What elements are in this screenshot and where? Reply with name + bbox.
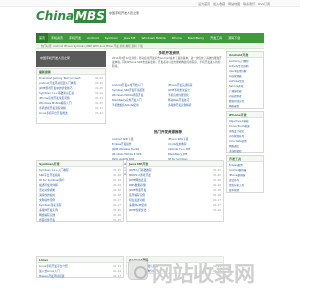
list-item[interactable]: 01-13 MeeGo开发环境搭建 bbox=[39, 274, 121, 279]
logo-text-china: China bbox=[36, 9, 75, 23]
right-android-list: Android入门教程 Activity生命周期 Intent使用详解 布局管理… bbox=[227, 58, 263, 110]
latest-news-box: 最新更新 01-26 Download Jemmy Test Connect 01… bbox=[36, 68, 106, 124]
main-article-summary: 2011年3月12日消息，移动应用开发平台Android发布了最新版本，进一步优… bbox=[112, 57, 222, 68]
logo-slogan: 中国手机开发人员之家 bbox=[109, 11, 140, 15]
right-tools-box: 开发工具 Eclipse配置 Android模拟器 iPhone模拟器 调试技巧… bbox=[226, 155, 264, 193]
item-text[interactable]: MIDP2.0游戏开发 bbox=[129, 173, 151, 177]
item-text[interactable]: 文件操作示例 bbox=[39, 198, 55, 202]
nav-item-android[interactable]: Android bbox=[84, 33, 102, 43]
right-tools-list: Eclipse配置 Android模拟器 iPhone模拟器 调试技巧 性能分析… bbox=[227, 162, 263, 194]
javame-box: Java ME开发 01-20 J2ME入门基础教程 01-20 MIDP2.0游戏… bbox=[126, 160, 224, 222]
top-link-sitemap[interactable]: 网站地图 bbox=[228, 2, 240, 6]
item-text[interactable]: Symbian C++入门教程 bbox=[39, 168, 69, 172]
item-text[interactable]: J2ME网络连接 bbox=[129, 178, 146, 182]
item-text[interactable]: Linux手机开发平台介绍 bbox=[39, 264, 68, 268]
item-text[interactable]: RMS数据存储 bbox=[129, 183, 146, 187]
nav-item-home[interactable]: 首页 bbox=[36, 33, 49, 43]
item-text[interactable]: J2ME界面开发 bbox=[129, 188, 146, 192]
item-date: 01-15 bbox=[113, 218, 121, 222]
item-text[interactable]: Qt for Symbian简介 bbox=[39, 178, 65, 182]
top-bar: 设为首页 加入收藏 网站地图 联系我们 RSS订阅 bbox=[0, 0, 300, 7]
item-text[interactable]: 手机游戏开发流程详解 bbox=[39, 106, 66, 110]
latest-news-list: 01-26 Download Jemmy Test Connect 01-25 An… bbox=[37, 75, 105, 117]
nav-item-wm[interactable]: Windows Mobile bbox=[139, 33, 169, 43]
nav-item-iphone[interactable]: iPhone bbox=[169, 33, 185, 43]
top-links: 设为首页 加入收藏 网站地图 联系我们 RSS订阅 bbox=[196, 2, 270, 6]
item-text[interactable]: J2ME游戏开发中的优化技巧 bbox=[39, 86, 72, 90]
nav-item-source[interactable]: 源码下载 bbox=[225, 33, 243, 43]
list-item[interactable]: 多线程编程 bbox=[229, 149, 261, 154]
nav-item-news[interactable]: 手机资讯 bbox=[48, 33, 66, 43]
right-android-box: Android开发 Android入门教程 Activity生命周期 Inten… bbox=[226, 51, 264, 109]
symbian-list: 01-20 Symbian C++入门教程 01-20 S60平台开发指南 01-1… bbox=[37, 167, 123, 224]
item-text[interactable]: 清除栈的使用 bbox=[39, 193, 55, 197]
item-text[interactable]: Android开发环境搭建入门教程 bbox=[39, 81, 76, 85]
nav-item-blackberry[interactable]: BlackBerry bbox=[185, 33, 207, 43]
item-date: 01-22 bbox=[95, 111, 103, 115]
item-text[interactable]: 多媒体API使用 bbox=[129, 203, 147, 207]
list-item[interactable]: 版本管理 bbox=[229, 188, 261, 193]
site-logo[interactable]: ChinaMBS 中国手机开发人员之家 bbox=[36, 9, 139, 25]
item-text[interactable]: S60平台开发指南 bbox=[39, 173, 60, 177]
list-item[interactable]: 01-16 J2ME性能优化 bbox=[129, 208, 221, 213]
item-text[interactable]: 嵌入式Linux入门 bbox=[39, 269, 60, 273]
hot-tags[interactable]: 热门标签: Android iPhone Symbian J2ME WM Lin… bbox=[41, 44, 143, 48]
nav-item-tools[interactable]: 开发工具 bbox=[207, 33, 225, 43]
list-item[interactable]: 网络编程 bbox=[229, 104, 261, 109]
watermark: 网站收录网 bbox=[128, 258, 262, 288]
item-text[interactable]: 短信发送功能 bbox=[129, 198, 145, 202]
item-text[interactable]: 多媒体开发实例 bbox=[39, 208, 58, 212]
right-iphone-box: iPhone开发 Objective-C基础 Cocoa Touch框架 界面设… bbox=[226, 111, 264, 153]
feature-link[interactable]: 手机数据库SQLite使用 bbox=[112, 103, 168, 108]
mid-section-title[interactable]: 热门开发资源推荐 bbox=[112, 130, 224, 135]
item-text[interactable]: MeeGo开发环境搭建 bbox=[39, 274, 64, 278]
item-date: 01-16 bbox=[213, 208, 221, 212]
javame-list: 01-20 J2ME入门基础教程 01-20 MIDP2.0游戏开发 01-19 J2… bbox=[127, 167, 223, 214]
top-link-favorite[interactable]: 加入收藏 bbox=[213, 2, 225, 6]
item-text[interactable]: Windows Mobile编程入门 bbox=[39, 101, 71, 105]
top-link-rss[interactable]: RSS订阅 bbox=[258, 2, 270, 6]
left-banner[interactable]: 中国手机开发人员之家 bbox=[36, 51, 106, 67]
sub-nav: 热门标签: Android iPhone Symbian J2ME WM Lin… bbox=[36, 43, 264, 49]
right-iphone-list: Objective-C基础 Cocoa Touch框架 界面设计规范 内存管理技… bbox=[227, 118, 263, 155]
symbian-box: Symbian开发 01-20 Symbian C++入门教程 01-20 S60平… bbox=[36, 160, 124, 222]
logo-text-mbs: MBS bbox=[74, 9, 106, 23]
top-link-contact[interactable]: 联系我们 bbox=[243, 2, 255, 6]
watermark-text: 网站收录网 bbox=[152, 262, 255, 286]
list-item[interactable]: 01-15 界面控件开发 bbox=[39, 218, 121, 223]
main-nav: 首页 手机资讯 手机开发 Android Symbian Java ME Win… bbox=[36, 33, 264, 43]
list-item[interactable]: 01-22 Linux手机平台开发概述 bbox=[39, 111, 103, 116]
item-text[interactable]: 界面控件开发 bbox=[39, 218, 55, 222]
main-article-title[interactable]: 手机开发资讯 bbox=[115, 51, 223, 56]
item-text[interactable]: J2ME性能优化 bbox=[129, 208, 146, 212]
nav-item-symbian[interactable]: Symbian bbox=[102, 33, 121, 43]
feature-links: Android开发从零开始入门 iPhone开发实战指南 Symbian S60… bbox=[112, 83, 224, 108]
item-text[interactable]: 活动对象机制 bbox=[39, 188, 55, 192]
watermark-logo-icon bbox=[128, 260, 148, 280]
nav-item-javame[interactable]: Java ME bbox=[121, 33, 139, 43]
top-link-home[interactable]: 设为首页 bbox=[198, 2, 210, 6]
item-text[interactable]: Linux手机平台开发概述 bbox=[39, 111, 68, 115]
linux-list: 01-14 Linux手机开发平台介绍 01-14 嵌入式Linux入门 01-13… bbox=[37, 263, 123, 280]
item-text[interactable]: Symbian签名流程 bbox=[39, 203, 61, 207]
item-date: 01-13 bbox=[113, 274, 121, 278]
item-text[interactable]: J2ME入门基础教程 bbox=[129, 168, 152, 172]
item-text[interactable]: iPhone应用开发常见问题 bbox=[39, 96, 70, 100]
item-text[interactable]: 描述符使用详解 bbox=[39, 183, 58, 187]
item-text[interactable]: 蓝牙编程实例 bbox=[129, 193, 145, 197]
banner-text: 中国手机开发人员之家 bbox=[40, 56, 71, 60]
nav-item-dev[interactable]: 手机开发 bbox=[66, 33, 84, 43]
linux-box: Linux 01-14 Linux手机开发平台介绍 01-14 嵌入式Linux入门… bbox=[36, 256, 124, 278]
feature-link[interactable]: 多媒体开发实例解析 bbox=[168, 103, 224, 108]
item-text[interactable]: Download Jemmy Test Connect bbox=[39, 76, 81, 80]
item-text[interactable]: Symbian C++基础知识汇总 bbox=[39, 91, 74, 95]
item-text[interactable]: 网络编程实践 bbox=[39, 213, 55, 217]
